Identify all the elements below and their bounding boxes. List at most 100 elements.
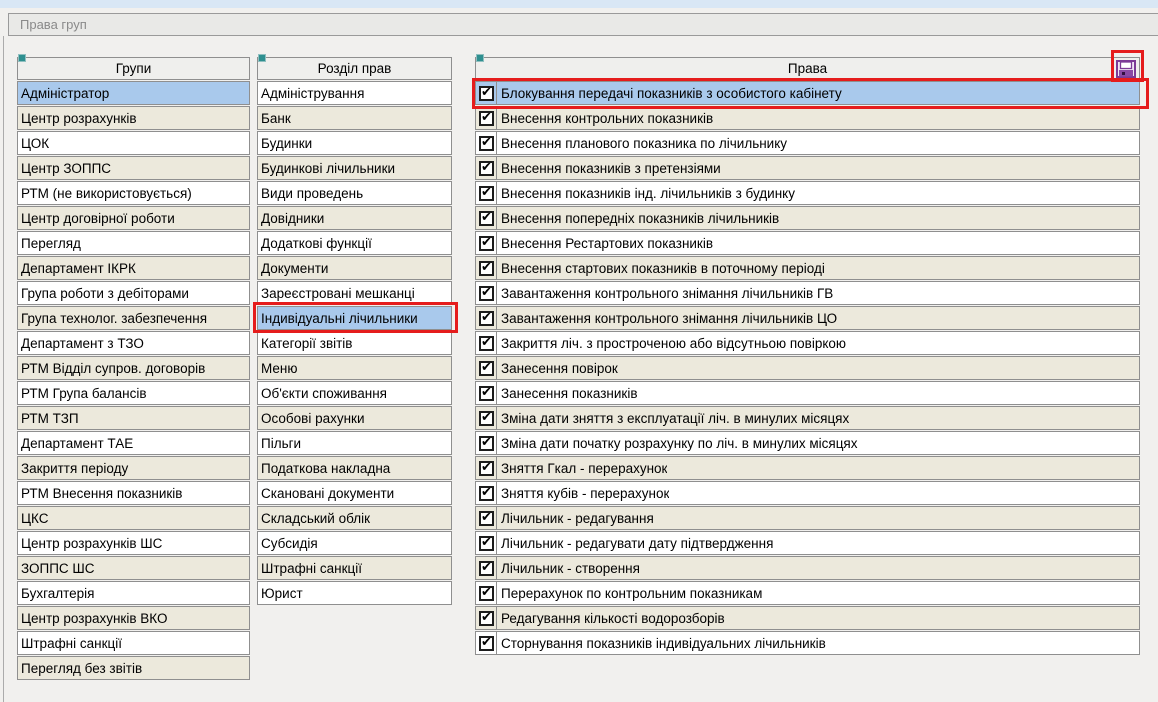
- checkbox-checked-icon[interactable]: ✔: [479, 261, 494, 276]
- section-item[interactable]: Категорії звітів: [257, 331, 452, 355]
- right-item[interactable]: ✔Внесення стартових показників в поточно…: [475, 256, 1140, 280]
- checkbox-cell[interactable]: ✔: [476, 482, 497, 504]
- checkbox-checked-icon[interactable]: ✔: [479, 86, 494, 101]
- right-item[interactable]: ✔Завантаження контрольного знімання лічи…: [475, 281, 1140, 305]
- checkbox-cell[interactable]: ✔: [476, 157, 497, 179]
- right-item[interactable]: ✔Завантаження контрольного знімання лічи…: [475, 306, 1140, 330]
- right-item[interactable]: ✔Внесення планового показника по лічильн…: [475, 131, 1140, 155]
- checkbox-checked-icon[interactable]: ✔: [479, 336, 494, 351]
- checkbox-cell[interactable]: ✔: [476, 432, 497, 454]
- right-item[interactable]: ✔Сторнування показників індивідуальних л…: [475, 631, 1140, 655]
- right-item[interactable]: ✔Внесення контрольних показників: [475, 106, 1140, 130]
- checkbox-checked-icon[interactable]: ✔: [479, 536, 494, 551]
- checkbox-cell[interactable]: ✔: [476, 632, 497, 654]
- checkbox-checked-icon[interactable]: ✔: [479, 386, 494, 401]
- section-item[interactable]: Юрист: [257, 581, 452, 605]
- right-item[interactable]: ✔Занесення показників: [475, 381, 1140, 405]
- group-item[interactable]: Департамент з ТЗО: [17, 331, 250, 355]
- checkbox-checked-icon[interactable]: ✔: [479, 111, 494, 126]
- checkbox-cell[interactable]: ✔: [476, 207, 497, 229]
- right-item[interactable]: ✔Лічильник - створення: [475, 556, 1140, 580]
- checkbox-checked-icon[interactable]: ✔: [479, 186, 494, 201]
- section-item[interactable]: Складський облік: [257, 506, 452, 530]
- checkbox-checked-icon[interactable]: ✔: [479, 436, 494, 451]
- checkbox-cell[interactable]: ✔: [476, 232, 497, 254]
- group-item[interactable]: Закриття періоду: [17, 456, 250, 480]
- group-item[interactable]: Штрафні санкції: [17, 631, 250, 655]
- group-item[interactable]: ЦКС: [17, 506, 250, 530]
- checkbox-cell[interactable]: ✔: [476, 457, 497, 479]
- right-item[interactable]: ✔Занесення повірок: [475, 356, 1140, 380]
- checkbox-checked-icon[interactable]: ✔: [479, 361, 494, 376]
- right-item[interactable]: ✔Лічильник - редагувати дату підтверджен…: [475, 531, 1140, 555]
- checkbox-checked-icon[interactable]: ✔: [479, 136, 494, 151]
- checkbox-checked-icon[interactable]: ✔: [479, 236, 494, 251]
- checkbox-cell[interactable]: ✔: [476, 582, 497, 604]
- right-item[interactable]: ✔Зняття Гкал - перерахунок: [475, 456, 1140, 480]
- checkbox-cell[interactable]: ✔: [476, 382, 497, 404]
- group-item[interactable]: Група роботи з дебіторами: [17, 281, 250, 305]
- group-item[interactable]: Центр розрахунків ШС: [17, 531, 250, 555]
- right-item[interactable]: ✔Внесення показників інд. лічильників з …: [475, 181, 1140, 205]
- group-item[interactable]: Перегляд без звітів: [17, 656, 250, 680]
- checkbox-checked-icon[interactable]: ✔: [479, 411, 494, 426]
- group-item[interactable]: Департамент ТАЕ: [17, 431, 250, 455]
- right-item[interactable]: ✔Лічильник - редагування: [475, 506, 1140, 530]
- save-button[interactable]: [1115, 59, 1137, 79]
- section-item[interactable]: Додаткові функції: [257, 231, 452, 255]
- section-item[interactable]: Зареєстровані мешканці: [257, 281, 452, 305]
- group-item[interactable]: РТМ Внесення показників: [17, 481, 250, 505]
- checkbox-checked-icon[interactable]: ✔: [479, 611, 494, 626]
- section-item[interactable]: Будинки: [257, 131, 452, 155]
- section-item[interactable]: Податкова накладна: [257, 456, 452, 480]
- checkbox-cell[interactable]: ✔: [476, 507, 497, 529]
- checkbox-cell[interactable]: ✔: [476, 357, 497, 379]
- checkbox-checked-icon[interactable]: ✔: [479, 636, 494, 651]
- group-item[interactable]: РТМ (не використовується): [17, 181, 250, 205]
- right-item[interactable]: ✔Перерахунок по контрольним показникам: [475, 581, 1140, 605]
- group-item[interactable]: Центр договірної роботи: [17, 206, 250, 230]
- section-item[interactable]: Будинкові лічильники: [257, 156, 452, 180]
- group-item[interactable]: Центр ЗОППС: [17, 156, 250, 180]
- checkbox-checked-icon[interactable]: ✔: [479, 286, 494, 301]
- group-item[interactable]: ЗОППС ШС: [17, 556, 250, 580]
- groups-column-header[interactable]: Групи: [17, 57, 250, 80]
- group-item[interactable]: РТМ Відділ супров. договорів: [17, 356, 250, 380]
- checkbox-cell[interactable]: ✔: [476, 532, 497, 554]
- section-item[interactable]: Субсидія: [257, 531, 452, 555]
- section-item[interactable]: Види проведень: [257, 181, 452, 205]
- rights-column-header[interactable]: Права: [475, 57, 1140, 80]
- section-item[interactable]: Документи: [257, 256, 452, 280]
- right-item[interactable]: ✔Зміна дати початку розрахунку по ліч. в…: [475, 431, 1140, 455]
- section-item[interactable]: Банк: [257, 106, 452, 130]
- group-item[interactable]: Бухгалтерія: [17, 581, 250, 605]
- checkbox-checked-icon[interactable]: ✔: [479, 586, 494, 601]
- checkbox-cell[interactable]: ✔: [476, 607, 497, 629]
- checkbox-cell[interactable]: ✔: [476, 257, 497, 279]
- right-item[interactable]: ✔Внесення попередніх показників лічильни…: [475, 206, 1140, 230]
- section-item[interactable]: Скановані документи: [257, 481, 452, 505]
- checkbox-cell[interactable]: ✔: [476, 132, 497, 154]
- checkbox-cell[interactable]: ✔: [476, 307, 497, 329]
- group-item[interactable]: Група технолог. забезпечення: [17, 306, 250, 330]
- checkbox-checked-icon[interactable]: ✔: [479, 461, 494, 476]
- right-item[interactable]: ✔Зняття кубів - перерахунок: [475, 481, 1140, 505]
- right-item[interactable]: ✔Зміна дати зняття з експлуатації ліч. в…: [475, 406, 1140, 430]
- group-item[interactable]: Адміністратор: [17, 81, 250, 105]
- checkbox-cell[interactable]: ✔: [476, 82, 497, 104]
- checkbox-checked-icon[interactable]: ✔: [479, 511, 494, 526]
- checkbox-cell[interactable]: ✔: [476, 407, 497, 429]
- checkbox-checked-icon[interactable]: ✔: [479, 486, 494, 501]
- group-item[interactable]: РТМ Група балансів: [17, 381, 250, 405]
- right-item[interactable]: ✔Внесення Рестартових показників: [475, 231, 1140, 255]
- group-item[interactable]: Перегляд: [17, 231, 250, 255]
- checkbox-cell[interactable]: ✔: [476, 557, 497, 579]
- section-item[interactable]: Штрафні санкції: [257, 556, 452, 580]
- checkbox-cell[interactable]: ✔: [476, 282, 497, 304]
- right-item[interactable]: ✔Блокування передачі показників з особис…: [475, 81, 1140, 105]
- section-item[interactable]: Об'єкти споживання: [257, 381, 452, 405]
- checkbox-checked-icon[interactable]: ✔: [479, 311, 494, 326]
- checkbox-checked-icon[interactable]: ✔: [479, 561, 494, 576]
- section-item[interactable]: Пільги: [257, 431, 452, 455]
- section-item[interactable]: Меню: [257, 356, 452, 380]
